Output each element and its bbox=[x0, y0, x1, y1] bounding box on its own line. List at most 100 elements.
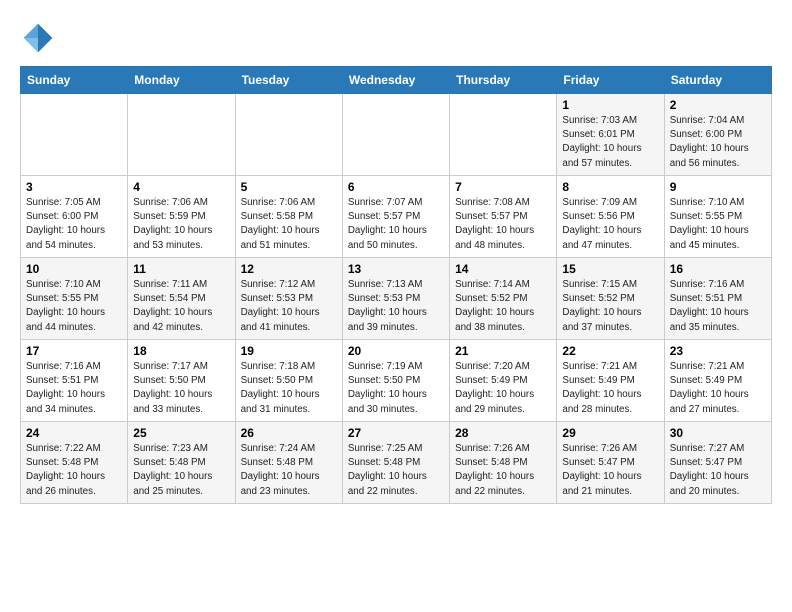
day-info: Sunrise: 7:16 AM Sunset: 5:51 PM Dayligh… bbox=[26, 360, 122, 417]
day-info: Sunrise: 7:11 AM Sunset: 5:54 PM Dayligh… bbox=[133, 278, 229, 335]
day-info: Sunrise: 7:21 AM Sunset: 5:49 PM Dayligh… bbox=[562, 360, 658, 417]
day-info: Sunrise: 7:23 AM Sunset: 5:48 PM Dayligh… bbox=[133, 442, 229, 499]
day-number: 17 bbox=[26, 344, 122, 358]
day-number: 3 bbox=[26, 180, 122, 194]
calendar-cell bbox=[21, 94, 128, 176]
calendar-cell: 24 Sunrise: 7:22 AM Sunset: 5:48 PM Dayli… bbox=[21, 422, 128, 504]
day-info: Sunrise: 7:04 AM Sunset: 6:00 PM Dayligh… bbox=[670, 114, 766, 171]
calendar-cell: 15 Sunrise: 7:15 AM Sunset: 5:52 PM Dayli… bbox=[557, 258, 664, 340]
calendar-cell bbox=[342, 94, 449, 176]
day-info: Sunrise: 7:27 AM Sunset: 5:47 PM Dayligh… bbox=[670, 442, 766, 499]
day-info: Sunrise: 7:06 AM Sunset: 5:58 PM Dayligh… bbox=[241, 196, 337, 253]
day-info: Sunrise: 7:05 AM Sunset: 6:00 PM Dayligh… bbox=[26, 196, 122, 253]
day-info: Sunrise: 7:19 AM Sunset: 5:50 PM Dayligh… bbox=[348, 360, 444, 417]
weekday-header: Tuesday bbox=[235, 67, 342, 94]
day-info: Sunrise: 7:06 AM Sunset: 5:59 PM Dayligh… bbox=[133, 196, 229, 253]
calendar-cell: 10 Sunrise: 7:10 AM Sunset: 5:55 PM Dayli… bbox=[21, 258, 128, 340]
calendar-cell bbox=[235, 94, 342, 176]
calendar-cell: 11 Sunrise: 7:11 AM Sunset: 5:54 PM Dayli… bbox=[128, 258, 235, 340]
calendar-cell: 7 Sunrise: 7:08 AM Sunset: 5:57 PM Daylig… bbox=[450, 176, 557, 258]
calendar-week: 3 Sunrise: 7:05 AM Sunset: 6:00 PM Daylig… bbox=[21, 176, 772, 258]
calendar-cell: 1 Sunrise: 7:03 AM Sunset: 6:01 PM Daylig… bbox=[557, 94, 664, 176]
day-number: 4 bbox=[133, 180, 229, 194]
weekday-header: Sunday bbox=[21, 67, 128, 94]
calendar-cell: 18Sunrise: 7:17 AM Sunset: 5:50 PM Dayli… bbox=[128, 340, 235, 422]
day-number: 21 bbox=[455, 344, 551, 358]
day-number: 1 bbox=[562, 98, 658, 112]
day-info: Sunrise: 7:07 AM Sunset: 5:57 PM Dayligh… bbox=[348, 196, 444, 253]
day-number: 18 bbox=[133, 344, 229, 358]
day-info: Sunrise: 7:22 AM Sunset: 5:48 PM Dayligh… bbox=[26, 442, 122, 499]
day-number: 19 bbox=[241, 344, 337, 358]
day-number: 20 bbox=[348, 344, 444, 358]
calendar-cell: 23 Sunrise: 7:21 AM Sunset: 5:49 PM Dayli… bbox=[664, 340, 771, 422]
calendar-cell bbox=[450, 94, 557, 176]
calendar-cell: 6 Sunrise: 7:07 AM Sunset: 5:57 PM Daylig… bbox=[342, 176, 449, 258]
day-info: Sunrise: 7:13 AM Sunset: 5:53 PM Dayligh… bbox=[348, 278, 444, 335]
calendar-cell: 21 Sunrise: 7:20 AM Sunset: 5:49 PM Dayli… bbox=[450, 340, 557, 422]
day-info: Sunrise: 7:14 AM Sunset: 5:52 PM Dayligh… bbox=[455, 278, 551, 335]
day-number: 10 bbox=[26, 262, 122, 276]
day-info: Sunrise: 7:20 AM Sunset: 5:49 PM Dayligh… bbox=[455, 360, 551, 417]
weekday-header: Wednesday bbox=[342, 67, 449, 94]
calendar-cell: 19 Sunrise: 7:18 AM Sunset: 5:50 PM Dayli… bbox=[235, 340, 342, 422]
calendar-body: 1 Sunrise: 7:03 AM Sunset: 6:01 PM Daylig… bbox=[21, 94, 772, 504]
day-info: Sunrise: 7:08 AM Sunset: 5:57 PM Dayligh… bbox=[455, 196, 551, 253]
calendar-week: 17 Sunrise: 7:16 AM Sunset: 5:51 PM Dayli… bbox=[21, 340, 772, 422]
day-number: 11 bbox=[133, 262, 229, 276]
day-number: 24 bbox=[26, 426, 122, 440]
day-number: 13 bbox=[348, 262, 444, 276]
day-number: 22 bbox=[562, 344, 658, 358]
day-number: 25 bbox=[133, 426, 229, 440]
weekday-header: Friday bbox=[557, 67, 664, 94]
day-info: Sunrise: 7:26 AM Sunset: 5:48 PM Dayligh… bbox=[455, 442, 551, 499]
day-number: 26 bbox=[241, 426, 337, 440]
calendar-cell: 14Sunrise: 7:14 AM Sunset: 5:52 PM Dayli… bbox=[450, 258, 557, 340]
day-info: Sunrise: 7:25 AM Sunset: 5:48 PM Dayligh… bbox=[348, 442, 444, 499]
calendar-cell: 12 Sunrise: 7:12 AM Sunset: 5:53 PM Dayli… bbox=[235, 258, 342, 340]
calendar-cell: 8 Sunrise: 7:09 AM Sunset: 5:56 PM Daylig… bbox=[557, 176, 664, 258]
calendar-cell: 9 Sunrise: 7:10 AM Sunset: 5:55 PM Daylig… bbox=[664, 176, 771, 258]
calendar-cell: 22 Sunrise: 7:21 AM Sunset: 5:49 PM Dayli… bbox=[557, 340, 664, 422]
day-number: 16 bbox=[670, 262, 766, 276]
calendar-cell: 5 Sunrise: 7:06 AM Sunset: 5:58 PM Daylig… bbox=[235, 176, 342, 258]
calendar-week: 24 Sunrise: 7:22 AM Sunset: 5:48 PM Dayli… bbox=[21, 422, 772, 504]
day-number: 23 bbox=[670, 344, 766, 358]
day-number: 8 bbox=[562, 180, 658, 194]
calendar-header: SundayMondayTuesdayWednesdayThursdayFrid… bbox=[21, 67, 772, 94]
logo-icon bbox=[20, 20, 56, 56]
calendar-cell: 3 Sunrise: 7:05 AM Sunset: 6:00 PM Daylig… bbox=[21, 176, 128, 258]
calendar-cell: 29Sunrise: 7:26 AM Sunset: 5:47 PM Dayli… bbox=[557, 422, 664, 504]
day-number: 29 bbox=[562, 426, 658, 440]
day-info: Sunrise: 7:10 AM Sunset: 5:55 PM Dayligh… bbox=[26, 278, 122, 335]
day-info: Sunrise: 7:03 AM Sunset: 6:01 PM Dayligh… bbox=[562, 114, 658, 171]
logo bbox=[20, 20, 58, 56]
calendar-cell: 4 Sunrise: 7:06 AM Sunset: 5:59 PM Daylig… bbox=[128, 176, 235, 258]
calendar-cell: 28 Sunrise: 7:26 AM Sunset: 5:48 PM Dayli… bbox=[450, 422, 557, 504]
day-info: Sunrise: 7:10 AM Sunset: 5:55 PM Dayligh… bbox=[670, 196, 766, 253]
weekday-header: Saturday bbox=[664, 67, 771, 94]
day-info: Sunrise: 7:09 AM Sunset: 5:56 PM Dayligh… bbox=[562, 196, 658, 253]
day-info: Sunrise: 7:21 AM Sunset: 5:49 PM Dayligh… bbox=[670, 360, 766, 417]
day-number: 6 bbox=[348, 180, 444, 194]
calendar-cell: 30Sunrise: 7:27 AM Sunset: 5:47 PM Dayli… bbox=[664, 422, 771, 504]
day-number: 9 bbox=[670, 180, 766, 194]
calendar-week: 1 Sunrise: 7:03 AM Sunset: 6:01 PM Daylig… bbox=[21, 94, 772, 176]
calendar: SundayMondayTuesdayWednesdayThursdayFrid… bbox=[20, 66, 772, 504]
day-number: 7 bbox=[455, 180, 551, 194]
day-info: Sunrise: 7:16 AM Sunset: 5:51 PM Dayligh… bbox=[670, 278, 766, 335]
day-number: 12 bbox=[241, 262, 337, 276]
calendar-cell: 13 Sunrise: 7:13 AM Sunset: 5:53 PM Dayli… bbox=[342, 258, 449, 340]
day-info: Sunrise: 7:18 AM Sunset: 5:50 PM Dayligh… bbox=[241, 360, 337, 417]
day-number: 28 bbox=[455, 426, 551, 440]
day-number: 15 bbox=[562, 262, 658, 276]
calendar-cell: 20 Sunrise: 7:19 AM Sunset: 5:50 PM Dayli… bbox=[342, 340, 449, 422]
calendar-cell: 16 Sunrise: 7:16 AM Sunset: 5:51 PM Dayli… bbox=[664, 258, 771, 340]
day-number: 5 bbox=[241, 180, 337, 194]
page: SundayMondayTuesdayWednesdayThursdayFrid… bbox=[0, 0, 792, 514]
day-info: Sunrise: 7:24 AM Sunset: 5:48 PM Dayligh… bbox=[241, 442, 337, 499]
day-info: Sunrise: 7:12 AM Sunset: 5:53 PM Dayligh… bbox=[241, 278, 337, 335]
day-info: Sunrise: 7:15 AM Sunset: 5:52 PM Dayligh… bbox=[562, 278, 658, 335]
calendar-cell bbox=[128, 94, 235, 176]
header bbox=[20, 20, 772, 56]
